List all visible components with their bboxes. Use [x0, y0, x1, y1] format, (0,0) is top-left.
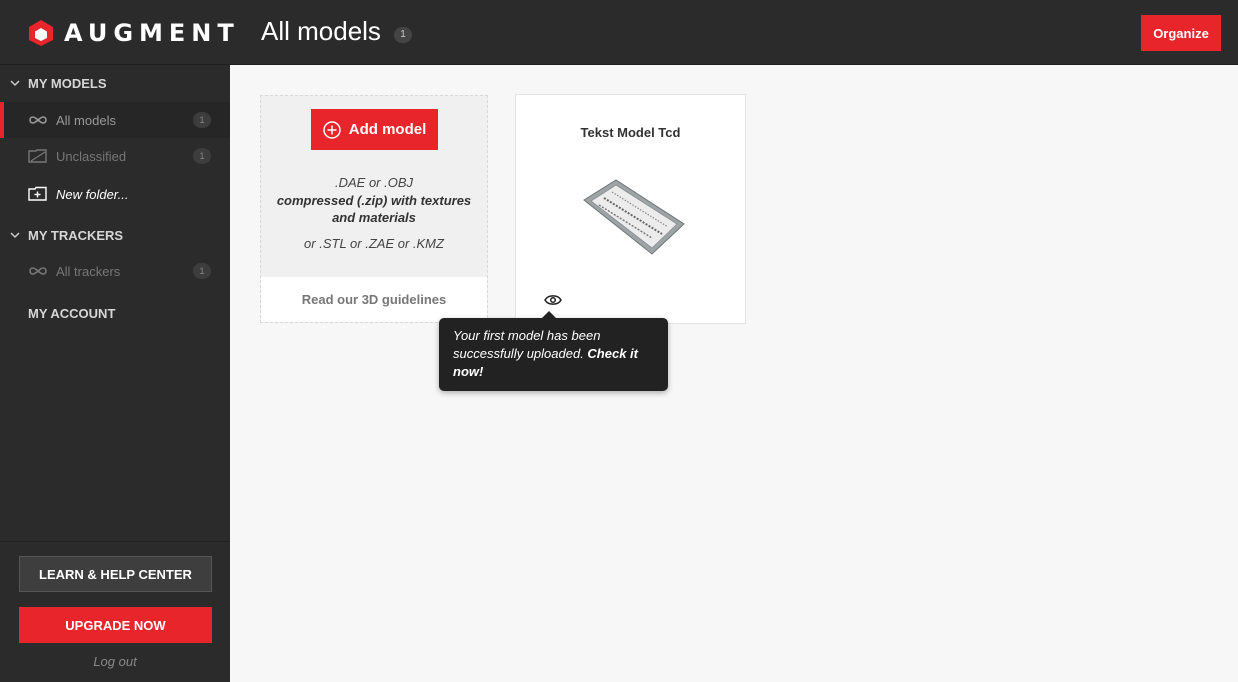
my-account-label: MY ACCOUNT	[28, 305, 116, 321]
chevron-down-icon	[10, 80, 20, 87]
sidebar-item-label: Unclassified	[56, 148, 127, 164]
sidebar-item-unclassified[interactable]: Unclassified 1	[0, 138, 230, 174]
new-folder-icon	[28, 186, 47, 201]
augment-logo-icon	[29, 20, 53, 46]
augment-logo[interactable]: AUGMENT	[28, 18, 240, 48]
eye-icon[interactable]	[544, 293, 562, 307]
my-trackers-label: MY TRACKERS	[28, 227, 124, 243]
model-title: Tekst Model Tcd	[580, 125, 681, 140]
sidebar: MY MODELS All models 1 Unclassified 1 Ne…	[0, 65, 230, 682]
my-models-label: MY MODELS	[28, 75, 107, 91]
sidebar-item-new-folder[interactable]: New folder...	[0, 176, 230, 212]
3d-guidelines-link[interactable]: Read our 3D guidelines	[261, 277, 487, 322]
format-text: compressed (.zip) with textures	[276, 193, 472, 208]
sidebar-footer: LEARN & HELP CENTER UPGRADE NOW Log out	[0, 541, 230, 682]
learn-help-center-button[interactable]: LEARN & HELP CENTER	[19, 556, 212, 592]
my-account-heading[interactable]: MY ACCOUNT	[0, 295, 230, 331]
format-text: .DAE or .OBJ	[334, 175, 414, 190]
count-badge: 1	[193, 148, 211, 164]
unclassified-folder-icon	[28, 149, 47, 163]
my-models-heading[interactable]: MY MODELS	[0, 65, 230, 101]
sidebar-item-all-trackers[interactable]: All trackers 1	[0, 253, 230, 289]
add-model-card: Add model .DAE or .OBJ compressed (.zip)…	[260, 95, 488, 323]
main-content: Add model .DAE or .OBJ compressed (.zip)…	[230, 65, 1238, 682]
add-model-button[interactable]: Add model	[311, 109, 438, 150]
model-card[interactable]: Tekst Model Tcd	[515, 94, 746, 324]
infinity-icon	[29, 116, 47, 124]
sidebar-item-label: All trackers	[56, 263, 121, 279]
logo-text: AUGMENT	[64, 19, 240, 47]
upload-success-tooltip[interactable]: Your first model has been successfully u…	[439, 311, 668, 391]
chevron-down-icon	[10, 232, 20, 239]
sidebar-item-label: New folder...	[56, 186, 129, 202]
title-count-badge: 1	[394, 27, 412, 43]
format-text: or .STL or .ZAE or .KMZ	[304, 236, 444, 251]
tooltip-text: Your first model has been successfully u…	[453, 328, 601, 361]
upgrade-now-button[interactable]: UPGRADE NOW	[19, 607, 212, 643]
sidebar-item-all-models[interactable]: All models 1	[0, 102, 230, 138]
sidebar-item-label: All models	[56, 112, 116, 128]
page-title: All models	[261, 16, 381, 46]
organize-button[interactable]: Organize	[1141, 15, 1221, 51]
logout-link[interactable]: Log out	[0, 654, 230, 669]
add-model-label: Add model	[348, 121, 427, 138]
my-trackers-heading[interactable]: MY TRACKERS	[0, 217, 230, 253]
infinity-icon	[29, 267, 47, 275]
count-badge: 1	[193, 112, 211, 128]
format-text: and materials	[332, 210, 416, 225]
top-bar: AUGMENT All models 1 Organize	[0, 0, 1238, 65]
count-badge: 1	[193, 263, 211, 279]
model-thumbnail[interactable]	[582, 178, 686, 258]
plus-circle-icon	[323, 120, 341, 139]
